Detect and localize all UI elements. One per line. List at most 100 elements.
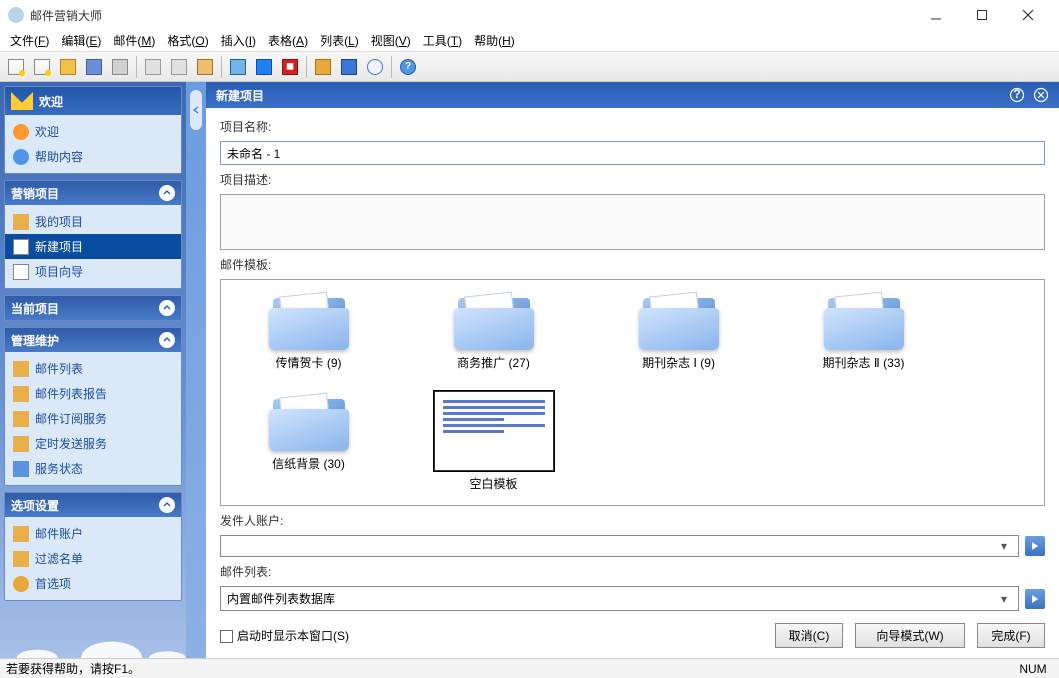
toolbar-open[interactable] bbox=[56, 55, 80, 79]
sidebar-item-label: 新建项目 bbox=[35, 238, 83, 255]
toolbar-cut[interactable] bbox=[141, 55, 165, 79]
toolbar-copy[interactable] bbox=[167, 55, 191, 79]
sidebar-item-label: 服务状态 bbox=[35, 460, 83, 477]
sidebar-item[interactable]: 我的项目 bbox=[5, 209, 181, 234]
finish-button[interactable]: 完成(F) bbox=[977, 623, 1045, 648]
startup-show-checkbox[interactable]: 启动时显示本窗口(S) bbox=[220, 627, 349, 644]
pi-sub-icon bbox=[13, 411, 29, 427]
panel-project: 营销项目 我的项目新建项目项目向导 bbox=[4, 180, 182, 289]
toolbar-save[interactable] bbox=[82, 55, 106, 79]
toolbar-stop[interactable]: ◼ bbox=[278, 55, 302, 79]
toolbar-help[interactable]: ? bbox=[396, 55, 420, 79]
template-label: 信纸背景 (30) bbox=[272, 455, 345, 472]
panel-options: 选项设置 邮件账户过滤名单首选项 bbox=[4, 492, 182, 601]
toolbar-separator bbox=[136, 56, 137, 78]
panel-project-header[interactable]: 营销项目 bbox=[5, 181, 181, 205]
menu-t[interactable]: 工具(T) bbox=[417, 30, 468, 51]
toolbar-separator bbox=[306, 56, 307, 78]
panel-welcome: 欢迎 欢迎帮助内容 bbox=[4, 86, 182, 174]
toolbar-schedule[interactable] bbox=[226, 55, 250, 79]
checkbox-icon bbox=[220, 630, 233, 643]
sidebar-item[interactable]: 项目向导 bbox=[5, 259, 181, 284]
panel-manage-title: 管理维护 bbox=[11, 332, 59, 349]
toolbar-print[interactable] bbox=[108, 55, 132, 79]
panel-manage: 管理维护 邮件列表邮件列表报告邮件订阅服务定时发送服务服务状态 bbox=[4, 327, 182, 486]
sidebar-item-label: 首选项 bbox=[35, 575, 71, 592]
panel-manage-header[interactable]: 管理维护 bbox=[5, 328, 181, 352]
splitter[interactable] bbox=[186, 82, 206, 658]
template-list[interactable]: 传情贺卡 (9) 商务推广 (27) 期刊杂志 Ⅰ (9) 期刊杂志 Ⅱ (33) 信纸… bbox=[220, 279, 1045, 506]
menu-o[interactable]: 格式(O) bbox=[161, 30, 214, 51]
folder-icon bbox=[269, 290, 349, 350]
pi-filter-icon bbox=[13, 551, 29, 567]
menu-i[interactable]: 插入(I) bbox=[215, 30, 262, 51]
project-name-input[interactable] bbox=[220, 141, 1045, 165]
project-desc-input[interactable] bbox=[220, 194, 1045, 250]
menu-h[interactable]: 帮助(H) bbox=[468, 30, 521, 51]
menu-m[interactable]: 邮件(M) bbox=[107, 30, 161, 51]
template-item[interactable]: 信纸背景 (30) bbox=[231, 391, 386, 492]
sidebar-item[interactable]: 定时发送服务 bbox=[5, 431, 181, 456]
sidebar-item[interactable]: 服务状态 bbox=[5, 456, 181, 481]
sidebar-item-label: 邮件列表报告 bbox=[35, 385, 107, 402]
panel-options-header[interactable]: 选项设置 bbox=[5, 493, 181, 517]
sidebar-item[interactable]: 首选项 bbox=[5, 571, 181, 596]
sidebar-item[interactable]: 邮件账户 bbox=[5, 521, 181, 546]
panel-current-header[interactable]: 当前项目 bbox=[5, 296, 181, 320]
sidebar-item-label: 项目向导 bbox=[35, 263, 83, 280]
sidebar-item-label: 邮件订阅服务 bbox=[35, 410, 107, 427]
toolbar-paste[interactable] bbox=[193, 55, 217, 79]
menu-v[interactable]: 视图(V) bbox=[365, 30, 417, 51]
template-item[interactable]: 空白模板 bbox=[416, 391, 571, 492]
menu-bar: 文件(F)编辑(E)邮件(M)格式(O)插入(I)表格(A)列表(L)视图(V)… bbox=[0, 30, 1059, 52]
menu-a[interactable]: 表格(A) bbox=[262, 30, 314, 51]
maillist-go-button[interactable] bbox=[1025, 589, 1045, 609]
panel-welcome-header[interactable]: 欢迎 bbox=[5, 87, 181, 115]
template-item[interactable]: 期刊杂志 Ⅱ (33) bbox=[786, 290, 941, 371]
toolbar-search[interactable] bbox=[363, 55, 387, 79]
menu-e[interactable]: 编辑(E) bbox=[55, 30, 107, 51]
sender-dropdown[interactable]: ▾ bbox=[220, 535, 1019, 557]
toolbar-send[interactable] bbox=[252, 55, 276, 79]
maximize-button[interactable] bbox=[959, 0, 1005, 30]
sidebar-item[interactable]: 邮件列表 bbox=[5, 356, 181, 381]
template-item[interactable]: 商务推广 (27) bbox=[416, 290, 571, 371]
maillist-value: 内置邮件列表数据库 bbox=[227, 590, 996, 607]
toolbar-new-project[interactable] bbox=[30, 55, 54, 79]
maillist-dropdown[interactable]: 内置邮件列表数据库 ▾ bbox=[220, 586, 1019, 611]
toolbar-list[interactable] bbox=[337, 55, 361, 79]
header-close-button[interactable] bbox=[1033, 87, 1049, 103]
sidebar-item[interactable]: 邮件列表报告 bbox=[5, 381, 181, 406]
menu-l[interactable]: 列表(L) bbox=[314, 30, 365, 51]
template-label: 商务推广 (27) bbox=[457, 354, 530, 371]
sidebar-item-label: 过滤名单 bbox=[35, 550, 83, 567]
toolbar: ◼ ? bbox=[0, 52, 1059, 82]
menu-f[interactable]: 文件(F) bbox=[4, 30, 55, 51]
toolbar-settings[interactable] bbox=[311, 55, 335, 79]
sender-go-button[interactable] bbox=[1025, 536, 1045, 556]
template-label: 传情贺卡 (9) bbox=[275, 354, 341, 371]
cancel-button[interactable]: 取消(C) bbox=[775, 623, 843, 648]
sidebar-item[interactable]: 新建项目 bbox=[5, 234, 181, 259]
pi-pref-icon bbox=[13, 576, 29, 592]
pi-home-icon bbox=[13, 124, 29, 140]
dropdown-arrow-icon: ▾ bbox=[996, 592, 1012, 606]
close-button[interactable] bbox=[1005, 0, 1051, 30]
folder-icon bbox=[824, 290, 904, 350]
toolbar-new[interactable] bbox=[4, 55, 28, 79]
wizard-mode-button[interactable]: 向导模式(W) bbox=[855, 623, 965, 648]
minimize-button[interactable] bbox=[913, 0, 959, 30]
header-help-button[interactable]: ? bbox=[1009, 87, 1025, 103]
chevron-icon bbox=[159, 185, 175, 201]
sidebar-item[interactable]: 邮件订阅服务 bbox=[5, 406, 181, 431]
template-item[interactable]: 传情贺卡 (9) bbox=[231, 290, 386, 371]
window-title: 邮件营销大师 bbox=[30, 7, 913, 24]
sidebar-item[interactable]: 过滤名单 bbox=[5, 546, 181, 571]
panel-options-title: 选项设置 bbox=[11, 497, 59, 514]
template-item[interactable]: 期刊杂志 Ⅰ (9) bbox=[601, 290, 756, 371]
sidebar-item[interactable]: 欢迎 bbox=[5, 119, 181, 144]
pi-timer-icon bbox=[13, 436, 29, 452]
checkbox-label: 启动时显示本窗口(S) bbox=[237, 629, 349, 643]
panel-current: 当前项目 bbox=[4, 295, 182, 321]
sidebar-item[interactable]: 帮助内容 bbox=[5, 144, 181, 169]
